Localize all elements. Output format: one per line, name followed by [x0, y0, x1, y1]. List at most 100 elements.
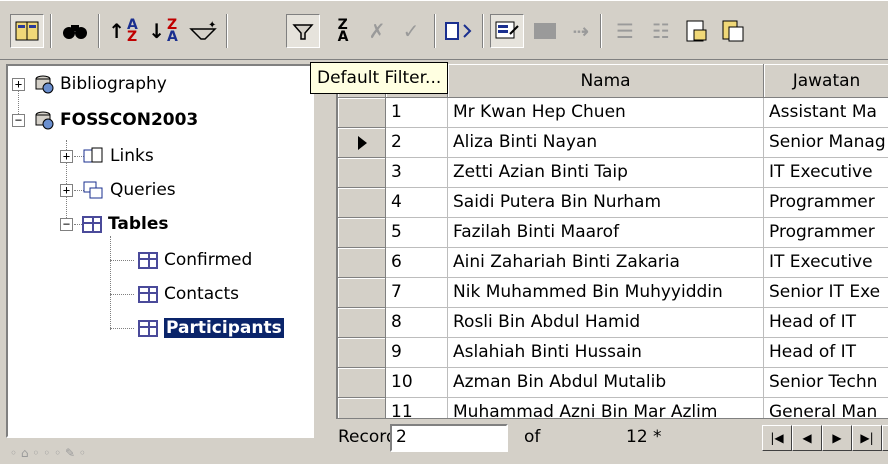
- copy-icon[interactable]: [716, 14, 750, 48]
- cell-jawatan[interactable]: IT Executive: [764, 158, 888, 188]
- cell-id[interactable]: 8: [386, 308, 448, 338]
- tree-item-label: FOSSCON2003: [60, 110, 199, 130]
- cell-nama[interactable]: Rosli Bin Abdul Hamid: [448, 308, 764, 338]
- cell-id[interactable]: 5: [386, 218, 448, 248]
- column-header-jawatan[interactable]: Jawatan: [764, 64, 888, 98]
- tree-item-participants[interactable]: Participants: [138, 314, 284, 342]
- table-row[interactable]: 1 Mr Kwan Hep Chuen Assistant Ma: [338, 98, 888, 128]
- table-icon: [138, 251, 158, 269]
- record-selector[interactable]: [338, 308, 386, 338]
- cell-jawatan[interactable]: Senior Manag: [764, 128, 888, 158]
- record-selector[interactable]: [338, 278, 386, 308]
- cell-id[interactable]: 10: [386, 368, 448, 398]
- tree-item-contacts[interactable]: Contacts: [138, 280, 239, 308]
- table-row[interactable]: 6 Aini Zahariah Binti Zakaria IT Executive: [338, 248, 888, 278]
- cell-nama[interactable]: Saidi Putera Bin Nurham: [448, 188, 764, 218]
- align-icon[interactable]: ☷: [644, 14, 678, 48]
- status-area: ◦ ⌂ ◦ ◦ ◦ ✎ ◦: [10, 446, 86, 460]
- toolbar-separator: [434, 14, 436, 48]
- justify-icon[interactable]: ☰: [608, 14, 642, 48]
- cell-jawatan[interactable]: IT Executive: [764, 248, 888, 278]
- find-icon[interactable]: [58, 14, 92, 48]
- refresh-icon[interactable]: [442, 14, 476, 48]
- table-row[interactable]: 3 Zetti Azian Binti Taip IT Executive: [338, 158, 888, 188]
- record-navigator: Record 2 of 12 * |◀ ◀ ▶ ▶| ▶*: [336, 418, 888, 456]
- cell-id[interactable]: 2: [386, 128, 448, 158]
- collapse-toggle[interactable]: −: [12, 114, 25, 127]
- tree-item-fosscon2003[interactable]: FOSSCON2003: [32, 106, 198, 134]
- record-selector[interactable]: [338, 98, 386, 128]
- tree-item-label: Tables: [108, 214, 169, 234]
- table-row[interactable]: 5 Fazilah Binti Maarof Programmer: [338, 218, 888, 248]
- column-header-nama[interactable]: Nama: [448, 64, 764, 98]
- sort-za-icon[interactable]: ZA: [326, 14, 360, 48]
- toolbar-separator: [226, 14, 228, 48]
- record-selector[interactable]: [338, 158, 386, 188]
- cell-nama[interactable]: Azman Bin Abdul Mutalib: [448, 368, 764, 398]
- expand-toggle[interactable]: +: [12, 78, 25, 91]
- default-filter-icon[interactable]: [286, 14, 320, 48]
- cell-nama[interactable]: Aliza Binti Nayan: [448, 128, 764, 158]
- tree-item-links[interactable]: Links: [82, 142, 154, 170]
- cell-id[interactable]: 6: [386, 248, 448, 278]
- record-label: Record: [338, 427, 397, 447]
- toolbar: ↑ AZ ↓ ZA ✦ ZA ✗ ✓ ⇢ ☰ ☷: [0, 0, 888, 60]
- cell-jawatan[interactable]: Programmer: [764, 188, 888, 218]
- collapse-toggle[interactable]: −: [60, 218, 73, 231]
- sort-ascending-icon[interactable]: ↑ AZ: [106, 14, 140, 48]
- tree-item-confirmed[interactable]: Confirmed: [138, 246, 252, 274]
- record-selector[interactable]: [338, 188, 386, 218]
- datasheet-view-icon[interactable]: [528, 14, 562, 48]
- table-row[interactable]: 10 Azman Bin Abdul Mutalib Senior Techn: [338, 368, 888, 398]
- filter-by-selection-icon[interactable]: ✦: [186, 14, 220, 48]
- tree-item-tables[interactable]: Tables: [82, 210, 169, 238]
- cell-jawatan[interactable]: Programmer: [764, 218, 888, 248]
- database-tree: + Bibliography − FOSSCON2003 + Links + Q…: [6, 64, 314, 438]
- cell-nama[interactable]: Nik Muhammed Bin Muhyyiddin: [448, 278, 764, 308]
- cell-jawatan[interactable]: Senior IT Exe: [764, 278, 888, 308]
- cell-nama[interactable]: Mr Kwan Hep Chuen: [448, 98, 764, 128]
- table-row[interactable]: 9 Aslahiah Binti Hussain Head of IT: [338, 338, 888, 368]
- sort-descending-icon[interactable]: ↓ ZA: [146, 14, 180, 48]
- cell-nama[interactable]: Aslahiah Binti Hussain: [448, 338, 764, 368]
- cell-id[interactable]: 9: [386, 338, 448, 368]
- cell-id[interactable]: 7: [386, 278, 448, 308]
- design-view-icon[interactable]: [490, 14, 524, 48]
- first-record-icon: |◀: [770, 431, 784, 445]
- tree-item-bibliography[interactable]: Bibliography: [32, 70, 167, 98]
- cell-id[interactable]: 3: [386, 158, 448, 188]
- tree-item-label: Bibliography: [60, 74, 167, 94]
- next-record-button[interactable]: ▶: [822, 425, 852, 451]
- last-record-button[interactable]: ▶|: [852, 425, 882, 451]
- cell-id[interactable]: 1: [386, 98, 448, 128]
- record-selector[interactable]: [338, 248, 386, 278]
- new-record-icon[interactable]: [680, 14, 714, 48]
- cell-nama[interactable]: Fazilah Binti Maarof: [448, 218, 764, 248]
- database-window-icon[interactable]: [10, 14, 44, 48]
- cell-jawatan[interactable]: Head of IT: [764, 338, 888, 368]
- record-selector[interactable]: [338, 338, 386, 368]
- cell-nama[interactable]: Aini Zahariah Binti Zakaria: [448, 248, 764, 278]
- table-row[interactable]: 2 Aliza Binti Nayan Senior Manag: [338, 128, 888, 158]
- forward-icon[interactable]: ⇢: [564, 14, 598, 48]
- expand-toggle[interactable]: +: [60, 184, 73, 197]
- table-row[interactable]: 4 Saidi Putera Bin Nurham Programmer: [338, 188, 888, 218]
- apply-filter-icon[interactable]: ✓: [394, 14, 428, 48]
- record-selector[interactable]: [338, 368, 386, 398]
- record-number-field[interactable]: 2: [390, 424, 508, 452]
- cell-jawatan[interactable]: Head of IT: [764, 308, 888, 338]
- first-record-button[interactable]: |◀: [762, 425, 792, 451]
- previous-record-button[interactable]: ◀: [792, 425, 822, 451]
- record-selector[interactable]: [338, 128, 386, 158]
- cell-jawatan[interactable]: Assistant Ma: [764, 98, 888, 128]
- expand-toggle[interactable]: +: [60, 150, 73, 163]
- cell-id[interactable]: 4: [386, 188, 448, 218]
- table-row[interactable]: 8 Rosli Bin Abdul Hamid Head of IT: [338, 308, 888, 338]
- remove-filter-icon[interactable]: ✗: [360, 14, 394, 48]
- tree-item-queries[interactable]: Queries: [82, 176, 176, 204]
- new-record-button[interactable]: ▶*: [882, 425, 888, 451]
- record-selector[interactable]: [338, 218, 386, 248]
- cell-jawatan[interactable]: Senior Techn: [764, 368, 888, 398]
- cell-nama[interactable]: Zetti Azian Binti Taip: [448, 158, 764, 188]
- table-row[interactable]: 7 Nik Muhammed Bin Muhyyiddin Senior IT Ex…: [338, 278, 888, 308]
